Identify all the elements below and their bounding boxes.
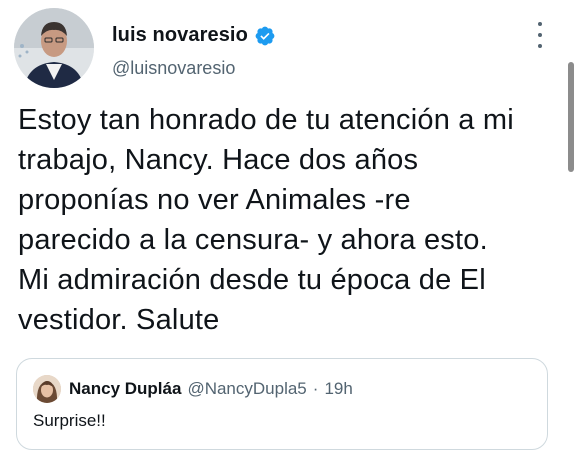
author-avatar-image [14,8,94,88]
quoted-author-display-name[interactable]: Nancy Dupláa [69,379,181,399]
quoted-author-handle[interactable]: @NancyDupla5 [187,379,306,399]
author-display-name[interactable]: luis novaresio [112,24,248,47]
verified-badge-icon [254,25,276,47]
tweet-text: Estoy tan honrado de tu atención a mi tr… [18,104,514,336]
quoted-author-avatar-image [33,375,61,403]
tweet-card: luis novaresio @luisnovaresio Estoy tan … [0,0,580,461]
quoted-separator-dot: · [312,379,319,398]
scrollbar-thumb[interactable] [568,62,574,172]
author-handle[interactable]: @luisnovaresio [112,58,235,79]
quoted-tweet-text: Surprise!! [33,411,106,430]
more-options-icon[interactable] [530,22,550,48]
author-avatar[interactable] [14,8,94,88]
quoted-tweet-card[interactable]: Nancy Dupláa @NancyDupla5 · 19h Surprise… [16,358,548,450]
author-name-row: luis novaresio [112,24,276,47]
quoted-tweet-header: Nancy Dupláa @NancyDupla5 · 19h [69,379,353,399]
quoted-tweet-timestamp[interactable]: 19h [324,379,352,399]
quoted-author-avatar[interactable] [33,375,61,403]
